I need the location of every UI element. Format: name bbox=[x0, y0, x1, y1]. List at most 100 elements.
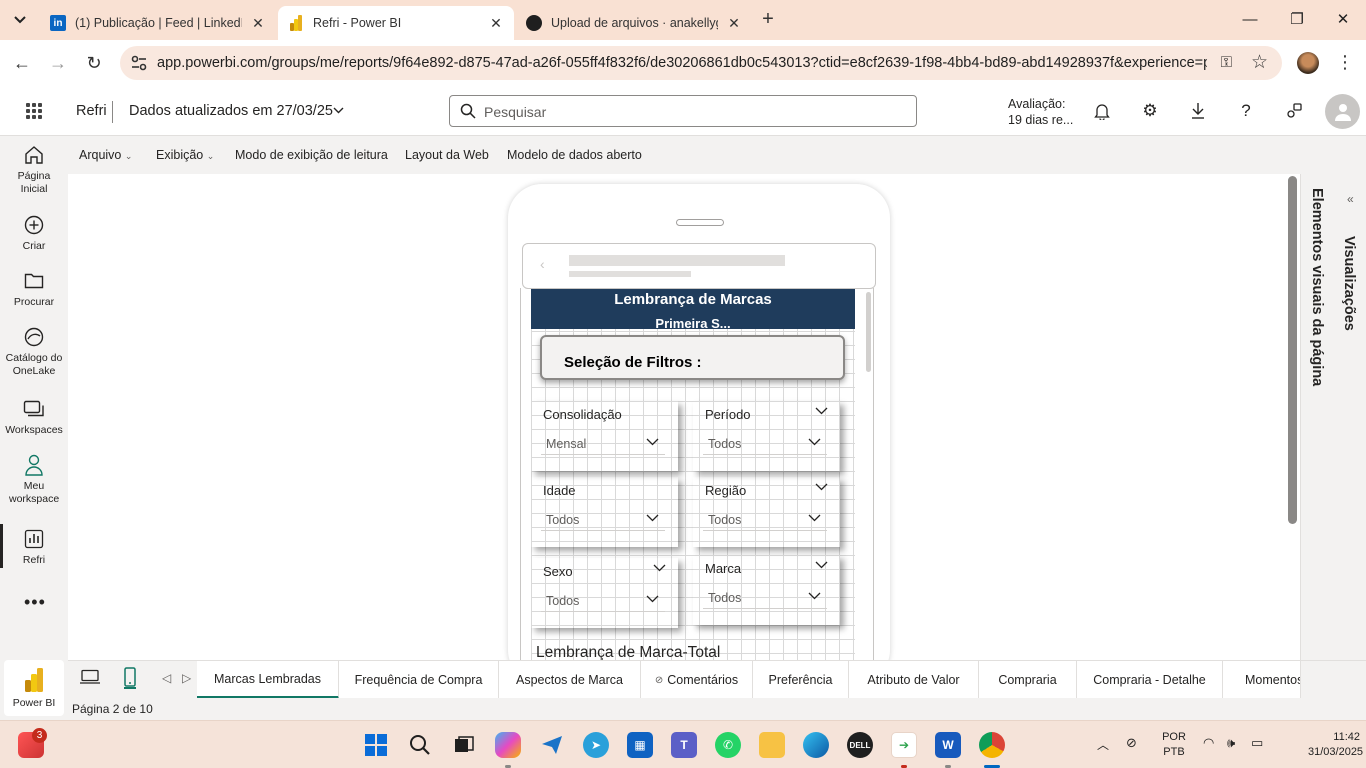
back-arrow-icon[interactable]: ← bbox=[10, 51, 34, 75]
minimize-window-icon[interactable]: — bbox=[1238, 8, 1262, 32]
task-view-icon[interactable] bbox=[451, 732, 477, 758]
canvas-scrollbar[interactable] bbox=[1288, 176, 1297, 524]
telegram-icon[interactable]: ➤ bbox=[583, 732, 609, 758]
data-refresh-info[interactable]: Dados atualizados em 27/03/25 bbox=[129, 103, 333, 119]
slicer-marca[interactable]: Marca Todos bbox=[693, 555, 840, 625]
slicer-dropdown[interactable]: Todos bbox=[703, 507, 827, 531]
notifications-bell-icon[interactable] bbox=[1091, 100, 1113, 122]
menu-web-layout[interactable]: Layout da Web bbox=[405, 148, 489, 162]
menu-reading-view[interactable]: Modo de exibição de leitura bbox=[235, 148, 388, 162]
mobile-layout-icon[interactable] bbox=[124, 667, 136, 692]
nav-create[interactable]: Criar bbox=[0, 214, 68, 253]
previous-page-icon[interactable]: ◁ bbox=[162, 671, 171, 685]
reload-icon[interactable]: ↻ bbox=[82, 51, 106, 75]
microsoft-store-icon[interactable]: ▦ bbox=[627, 732, 653, 758]
nav-home[interactable]: Página Inicial bbox=[0, 144, 68, 196]
browser-tab-linkedin[interactable]: in (1) Publicação | Feed | LinkedIn ✕ bbox=[40, 6, 276, 40]
slicer-sexo[interactable]: Sexo Todos bbox=[531, 558, 678, 628]
slicer-idade[interactable]: Idade Todos bbox=[531, 477, 678, 547]
menu-open-data-model[interactable]: Modelo de dados aberto bbox=[507, 148, 642, 162]
address-bar[interactable]: app.powerbi.com/groups/me/reports/9f64e8… bbox=[120, 46, 1282, 80]
site-info-icon[interactable] bbox=[130, 54, 148, 72]
browser-menu-icon[interactable]: ⋮ bbox=[1336, 52, 1354, 73]
app-launcher-green-icon[interactable]: ➔ bbox=[891, 732, 917, 758]
powerbi-brand[interactable]: Power BI bbox=[4, 660, 64, 716]
whatsapp-icon[interactable]: ✆ bbox=[715, 732, 741, 758]
restore-window-icon[interactable]: ❐ bbox=[1285, 8, 1309, 32]
paper-plane-app-icon[interactable] bbox=[539, 732, 565, 758]
help-question-icon[interactable]: ? bbox=[1235, 100, 1257, 122]
menu-view[interactable]: Exibição ⌄ bbox=[156, 148, 214, 162]
browser-profile-avatar[interactable] bbox=[1297, 52, 1319, 74]
slicer-consolidacao[interactable]: Consolidação Mensal bbox=[531, 401, 678, 471]
slicer-regiao[interactable]: Região Todos bbox=[693, 477, 840, 547]
show-hidden-icons-chevron[interactable]: ︿ bbox=[1097, 736, 1109, 753]
nav-onelake[interactable]: Catálogo do OneLake bbox=[0, 326, 68, 378]
page-tab-aspectos-de-marca[interactable]: Aspectos de Marca bbox=[499, 661, 641, 699]
tab-search-chevron-icon[interactable] bbox=[8, 8, 32, 32]
chevron-down-icon[interactable] bbox=[333, 102, 344, 117]
browser-tab-github[interactable]: Upload de arquivos · anakellygc ✕ bbox=[516, 6, 752, 40]
page-tab-comentarios[interactable]: ⊘ Comentários bbox=[641, 661, 753, 699]
nav-browse[interactable]: Procurar bbox=[0, 270, 68, 309]
close-tab-icon[interactable]: ✕ bbox=[250, 15, 266, 32]
download-icon[interactable] bbox=[1187, 100, 1209, 122]
chevron-down-icon[interactable] bbox=[653, 561, 666, 575]
page-tab-atributo-de-valor[interactable]: Atributo de Valor bbox=[849, 661, 979, 699]
edge-icon[interactable] bbox=[803, 732, 829, 758]
user-avatar[interactable] bbox=[1325, 94, 1360, 129]
browser-tab-powerbi[interactable]: Refri - Power BI ✕ bbox=[278, 6, 514, 40]
wifi-icon[interactable]: ◠ bbox=[1203, 735, 1214, 751]
teams-icon[interactable]: T bbox=[671, 732, 697, 758]
file-explorer-icon[interactable] bbox=[759, 732, 785, 758]
page-tab-compraria-detalhe[interactable]: Compraria - Detalhe bbox=[1077, 661, 1223, 699]
workspace-name[interactable]: Refri bbox=[76, 103, 107, 119]
chevron-down-icon[interactable] bbox=[815, 558, 828, 572]
slicer-dropdown[interactable]: Todos bbox=[703, 431, 827, 455]
slicer-dropdown[interactable]: Todos bbox=[541, 588, 665, 612]
dell-icon[interactable]: DELL bbox=[847, 732, 873, 758]
word-icon[interactable]: W bbox=[935, 732, 961, 758]
chevron-down-icon[interactable] bbox=[815, 480, 828, 494]
page-tab-momentos[interactable]: Momentos bbox=[1223, 661, 1301, 699]
slicer-periodo[interactable]: Período Todos bbox=[693, 401, 840, 471]
search-icon[interactable] bbox=[407, 732, 433, 758]
page-tab-compraria[interactable]: Compraria bbox=[979, 661, 1077, 699]
page-tab-preferencia[interactable]: Preferência bbox=[753, 661, 849, 699]
network-off-icon[interactable]: ⊘ bbox=[1126, 735, 1137, 751]
phone-scrollbar[interactable] bbox=[866, 292, 871, 372]
search-input[interactable]: Pesquisar bbox=[449, 95, 917, 127]
nav-my-workspace[interactable]: Meu workspace bbox=[0, 454, 68, 506]
password-key-icon[interactable]: ⚿ bbox=[1221, 54, 1232, 71]
slicer-dropdown[interactable]: Todos bbox=[541, 507, 665, 531]
menu-file[interactable]: Arquivo ⌄ bbox=[79, 148, 132, 162]
close-tab-icon[interactable]: ✕ bbox=[488, 15, 504, 32]
settings-gear-icon[interactable]: ⚙ bbox=[1139, 100, 1161, 122]
close-window-icon[interactable]: ✕ bbox=[1331, 8, 1355, 32]
bookmark-star-icon[interactable]: ☆ bbox=[1251, 51, 1268, 74]
chevron-down-icon[interactable] bbox=[815, 404, 828, 418]
feedback-icon[interactable] bbox=[1283, 100, 1305, 122]
page-tab-marcas-lembradas[interactable]: Marcas Lembradas bbox=[197, 661, 339, 699]
more-options-icon[interactable]: ••• bbox=[24, 592, 46, 613]
visualizations-pane-tab[interactable]: Visualizações bbox=[1341, 236, 1357, 331]
close-tab-icon[interactable]: ✕ bbox=[726, 15, 742, 32]
page-tab-frequencia-de-compra[interactable]: Frequência de Compra bbox=[339, 661, 499, 699]
battery-icon[interactable]: ▭ bbox=[1251, 735, 1263, 751]
nav-workspaces[interactable]: Workspaces bbox=[0, 398, 68, 437]
clock[interactable]: 11:42 31/03/2025 bbox=[1308, 730, 1363, 760]
slicer-dropdown[interactable]: Mensal bbox=[541, 431, 665, 455]
page-visuals-pane-tab[interactable]: Elementos visuais da página bbox=[1309, 188, 1325, 386]
input-language[interactable]: POR PTB bbox=[1158, 730, 1190, 760]
collapse-pane-icon[interactable]: « bbox=[1347, 192, 1354, 206]
forward-arrow-icon[interactable]: → bbox=[46, 51, 70, 75]
desktop-layout-icon[interactable] bbox=[80, 669, 100, 688]
windows-start-icon[interactable] bbox=[363, 732, 389, 758]
next-page-icon[interactable]: ▷ bbox=[182, 671, 191, 685]
app-launcher-icon[interactable] bbox=[26, 103, 42, 119]
new-tab-plus-icon[interactable]: + bbox=[756, 8, 780, 32]
trial-status[interactable]: Avaliação: 19 dias re... bbox=[1008, 96, 1073, 128]
copilot-icon[interactable] bbox=[495, 732, 521, 758]
volume-icon[interactable]: 🕪 bbox=[1227, 735, 1235, 751]
nav-report-refri[interactable]: Refri bbox=[0, 528, 68, 567]
